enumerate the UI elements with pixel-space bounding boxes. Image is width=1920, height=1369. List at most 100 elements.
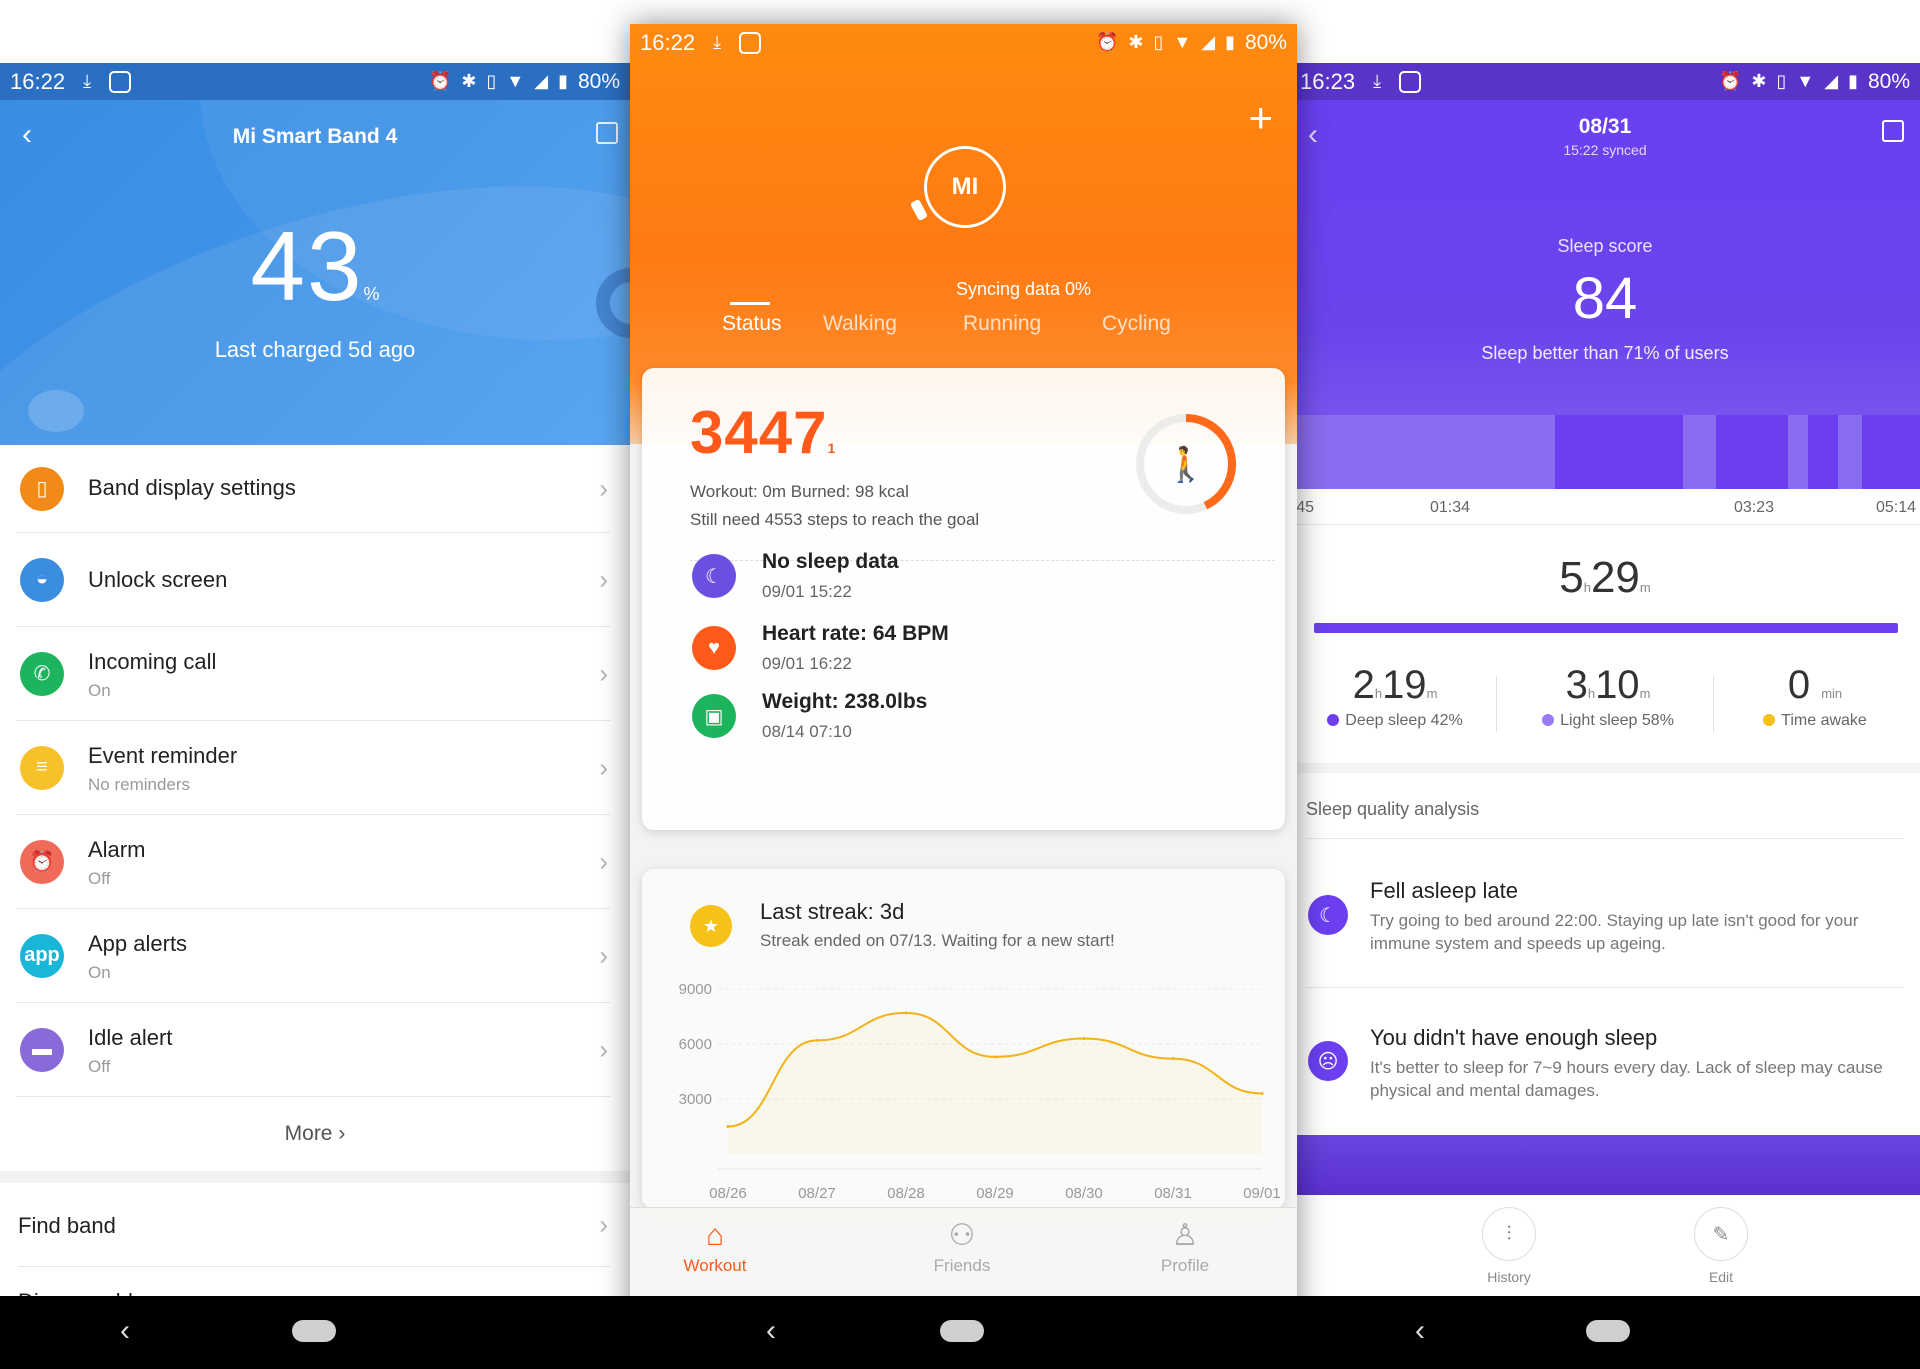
axis-time-end: 05:14 [1876,499,1917,516]
x-tick-label: 08/29 [976,1185,1014,1202]
menu-item-icon: ✆ [20,651,64,696]
mi-band-logo[interactable]: MI [924,146,1006,228]
trophy-icon: ★ [690,905,732,947]
nav-back-icon[interactable]: ‹ [120,1314,130,1348]
more-button[interactable]: More › [0,1097,630,1171]
tab-walking[interactable]: Walking [823,312,897,336]
nav-home-button[interactable] [940,1320,984,1342]
steps-trend-chart: 9000 6000 3000 08/26 08/27 08/28 08/29 08/30 08/… [679,981,1281,1202]
analysis-item-text: Try going to bed around 22:00. Staying u… [1370,911,1859,953]
vibrate-icon: ▯ [1776,71,1787,91]
analysis-item-title: Fell asleep late [1370,878,1518,903]
status-row[interactable]: ☾ No sleep data 09/01 15:22 [692,550,1252,614]
app-notification-icon [1399,70,1422,93]
person-icon: ♙ [1171,1219,1199,1252]
menu-item-subtitle: On [88,681,111,700]
battery-icon: ▮ [1848,71,1858,91]
wifi-icon: ▼ [1173,32,1192,52]
edit-button[interactable]: ✎ Edit [1676,1207,1766,1285]
menu-item-title: App alerts [88,931,188,956]
steps-point [993,1055,997,1059]
sad-face-icon: ☹ [1308,1041,1348,1081]
menu-item[interactable]: ⏰ Alarm Off › [16,815,610,909]
nav-back-icon[interactable]: ‹ [766,1314,776,1348]
analysis-item-text: It's better to sleep for 7~9 hours every… [1370,1058,1883,1100]
status-row-time: 08/14 07:10 [762,722,852,741]
tab-cycling[interactable]: Cycling [1102,312,1171,336]
sync-time: 15:22 synced [1563,142,1647,158]
menu-item-subtitle: On [88,963,111,982]
bluetooth-icon: ✱ [1128,32,1144,52]
status-row[interactable]: ♥ Heart rate: 64 BPM 09/01 16:22 [692,622,1252,686]
nav-home-button[interactable] [292,1320,336,1342]
awake-stat: 0 min Time awake [1710,663,1920,730]
goal-remaining: Still need 4553 steps to reach the goal [690,510,980,529]
mi-fit-sleep-screen: 16:23 ⤓ ⏰ ✱ ▯ ▼ ◢ ▮ 80% ‹ 08/31 15:22 sy… [1290,63,1920,1369]
status-row-time: 09/01 16:22 [762,654,852,673]
download-icon: ⤓ [1373,71,1382,91]
tab-friends[interactable]: ⚇ Friends [902,1216,1022,1276]
chevron-right-icon: › [599,940,608,970]
menu-item[interactable]: ▯ Band display settings › [16,445,610,533]
bluetooth-icon: ✱ [461,71,477,91]
page-title: Mi Smart Band 4 [232,125,398,148]
status-row[interactable]: ▣ Weight: 238.0lbs 08/14 07:10 [692,690,1252,754]
menu-item-title: Alarm [88,837,146,862]
edit-icon[interactable] [596,122,618,144]
bar-chart-icon: ⫶ [1482,1207,1536,1261]
total-sleep-bar [1314,623,1898,633]
menu-item-subtitle: Off [88,1057,111,1076]
y-tick-label: 3000 [679,1091,712,1108]
activity-tabs: Status Walking Running Cycling [630,312,1297,352]
edit-icon: ✎ [1694,1207,1748,1261]
menu-item[interactable]: ◒ Unlock screen › [16,533,610,627]
chevron-right-icon: › [599,1034,608,1064]
sleep-analysis-title: Sleep quality analysis [1306,799,1480,819]
chevron-right-icon: › [338,1122,346,1145]
status-row-time: 09/01 15:22 [762,582,852,601]
status-row-icon: ♥ [692,626,736,670]
axis-time-3: 03:23 [1734,499,1775,516]
menu-item[interactable]: app App alerts On › [16,909,610,1003]
menu-item-title: Idle alert [88,1025,173,1050]
menu-item[interactable]: ▬ Idle alert Off › [16,1003,610,1097]
status-time: 16:23 [1300,68,1356,94]
x-tick-label: 08/27 [798,1185,836,1202]
x-tick-label: 08/28 [887,1185,925,1202]
deep-sleep-stat: 2h19m Deep sleep 42% [1290,663,1500,730]
find-band-row[interactable]: Find band › [18,1183,610,1267]
menu-item[interactable]: ≡ Event reminder No reminders › [16,721,610,815]
tab-status[interactable]: Status [722,312,782,336]
vibrate-icon: ▯ [486,71,497,91]
signal-icon: ◢ [534,71,549,91]
streak-subtitle: Streak ended on 07/13. Waiting for a new… [760,931,1115,950]
last-charged-text: Last charged 5d ago [214,337,416,362]
add-icon[interactable]: + [1248,94,1273,142]
x-tick-label: 08/31 [1154,1185,1192,1202]
wifi-icon: ▼ [1796,71,1815,91]
menu-item[interactable]: ✆ Incoming call On › [16,627,610,721]
tab-running[interactable]: Running [963,312,1041,336]
alarm-icon: ⏰ [1718,71,1742,91]
sync-status: Syncing data 0% [955,279,1092,299]
history-button[interactable]: ⫶ History [1464,1207,1554,1285]
sleep-header: ‹ 08/31 15:22 synced Sleep score 84 Slee… [1290,100,1920,426]
workout-summary: Workout: 0m Burned: 98 kcal [690,482,909,501]
status-row-title: No sleep data [762,550,899,573]
status-card[interactable]: 34471 Workout: 0m Burned: 98 kcal Still … [642,368,1285,830]
nav-home-button[interactable] [1586,1320,1630,1342]
menu-item-icon: ◒ [20,557,64,602]
tab-workout[interactable]: ⌂ Workout [655,1216,775,1276]
status-row-icon: ☾ [692,554,736,598]
share-icon[interactable] [1882,120,1904,142]
download-icon: ⤓ [83,71,92,91]
status-row-title: Heart rate: 64 BPM [762,622,949,645]
alarm-icon: ⏰ [1095,32,1119,52]
status-time: 16:22 [10,68,66,94]
x-tick-label: 09/01 [1243,1185,1281,1202]
nav-back-icon[interactable]: ‹ [1415,1314,1425,1348]
tab-profile[interactable]: ♙ Profile [1125,1216,1245,1276]
chevron-right-icon: › [599,752,608,782]
moon-icon: ☾ [1308,895,1348,935]
steps-area [728,1012,1262,1154]
